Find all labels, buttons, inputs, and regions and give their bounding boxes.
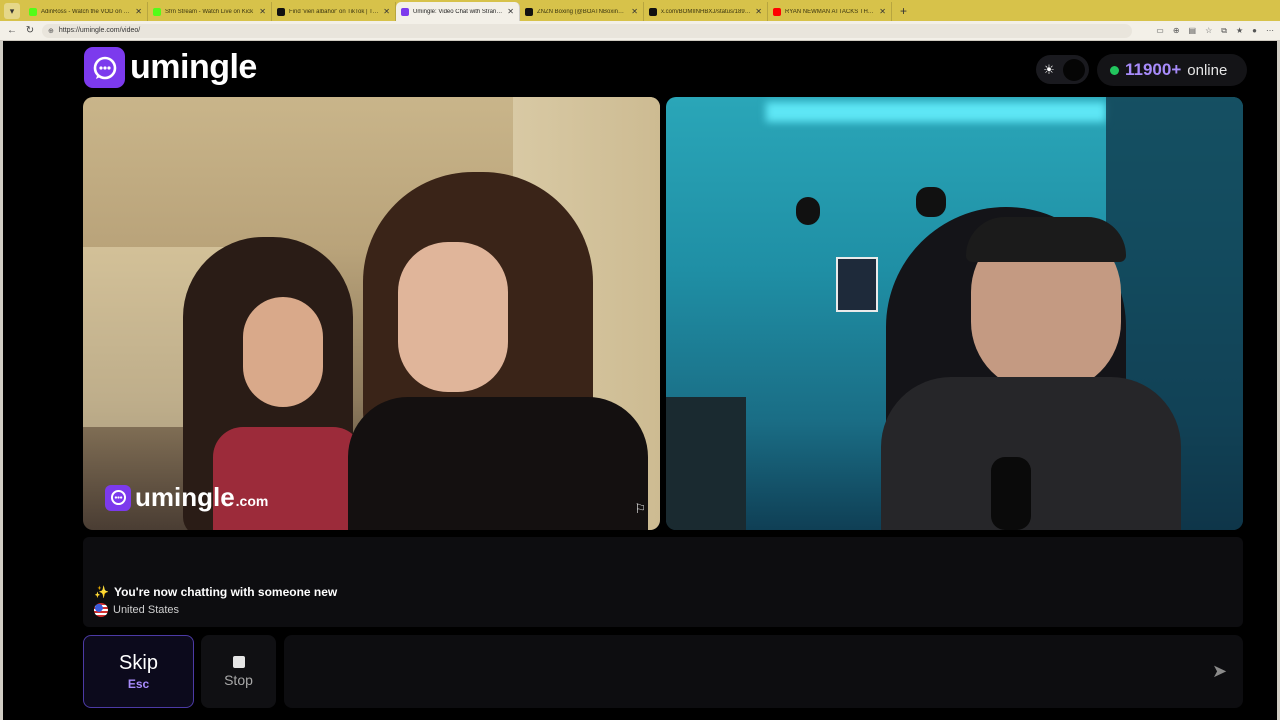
person-1-shirt [213, 427, 363, 530]
browser-actions: ▭ ⊕ ▤ ☆ ⧉ ★ ● ⋯ [1156, 26, 1274, 36]
extensions-icon[interactable]: ⧉ [1221, 26, 1227, 36]
browser-tab[interactable]: RYAN NEWMAN ATTACKS THIS... ✕ [768, 2, 892, 21]
system-message-text: You're now chatting with someone new [113, 585, 338, 599]
chat-bubble-icon [84, 47, 125, 88]
browser-tab[interactable]: x.com/BOMIINHBXJ/status/1890... ✕ [644, 2, 768, 21]
tab-title: ZNZN Boxing (@BOATNBoxing) / X [537, 8, 628, 15]
tab-favicon-icon [401, 7, 409, 16]
toggle-knob [1063, 58, 1085, 81]
tab-title: AdinRoss - Watch the VOD on Kick [41, 8, 132, 15]
skip-button[interactable]: Skip Esc [83, 635, 194, 708]
person-2-face [398, 242, 508, 392]
profile-icon[interactable]: ● [1252, 26, 1257, 36]
tab-favicon-icon [277, 7, 285, 16]
browser-tab[interactable]: Find 'vien albahor' on TikTok | TikTok ✕ [272, 2, 396, 21]
zoom-icon[interactable]: ⊕ [1173, 26, 1180, 36]
cast-icon[interactable]: ▭ [1156, 26, 1164, 36]
browser-tab[interactable]: ZNZN Boxing (@BOATNBoxing) / X ✕ [520, 2, 644, 21]
address-bar[interactable]: ⊕ https://umingle.com/video/ [42, 23, 1132, 38]
country-name: United States [113, 604, 180, 616]
tab-favicon-icon [29, 7, 37, 16]
led-strip [766, 102, 1106, 122]
boxing-gloves [916, 187, 946, 217]
tab-search-icon[interactable]: ▾ [4, 3, 20, 19]
person-2-shirt [348, 397, 648, 530]
send-icon[interactable]: ➤ [1212, 661, 1227, 682]
person-hair [966, 217, 1126, 262]
browser-tab-strip: ▾ AdinRoss - Watch the VOD on Kick ✕ Sfrn … [0, 0, 1280, 21]
us-flag-icon [94, 603, 108, 617]
tab-close-icon[interactable]: ✕ [879, 7, 886, 16]
reload-icon[interactable]: ↻ [24, 25, 36, 36]
boxing-gloves [796, 197, 820, 225]
person-shirt [881, 377, 1181, 530]
tab-close-icon[interactable]: ✕ [259, 7, 266, 16]
wall-poster [836, 257, 878, 312]
stop-button[interactable]: Stop [201, 635, 276, 708]
browser-tab[interactable]: Umingle: Video Chat with Strangers ✕ [396, 2, 520, 21]
chat-log: ✨ You're now chatting with someone new U… [83, 537, 1243, 627]
tab-title: Find 'vien albahor' on TikTok | TikTok [289, 8, 380, 15]
online-status-dot [1110, 65, 1119, 75]
stop-label: Stop [224, 671, 253, 688]
url-text: https://umingle.com/video/ [58, 27, 141, 34]
skip-label: Skip [119, 652, 158, 674]
sun-icon: ☀ [1043, 61, 1055, 77]
online-label: online [1187, 61, 1228, 79]
menu-icon[interactable]: ⋯ [1266, 26, 1274, 36]
umingle-page: umingle ☀ 11900+ online umingle .com ⚐ ✨… [0, 41, 1280, 720]
report-flag-icon[interactable]: ⚐ [634, 501, 646, 517]
microphone [991, 457, 1031, 530]
tab-favicon-icon [649, 7, 657, 16]
tab-close-icon[interactable]: ✕ [755, 7, 762, 16]
window-border-left [0, 41, 3, 720]
tab-favicon-icon [153, 7, 161, 16]
favorites-icon[interactable]: ★ [1236, 26, 1243, 36]
browser-toolbar: ← ↻ ⊕ https://umingle.com/video/ ▭ ⊕ ▤ ☆… [0, 21, 1280, 41]
browser-tab[interactable]: AdinRoss - Watch the VOD on Kick ✕ [24, 2, 148, 21]
new-tab-button[interactable]: + [892, 4, 915, 21]
tab-close-icon[interactable]: ✕ [507, 7, 514, 16]
couch [666, 397, 746, 530]
tab-close-icon[interactable]: ✕ [631, 7, 638, 16]
tab-favicon-icon [773, 7, 781, 16]
tab-title: Sfrn Stream - Watch Live on Kick [165, 8, 254, 15]
system-message: ✨ You're now chatting with someone new [94, 585, 337, 599]
bookmark-icon[interactable]: ☆ [1205, 26, 1212, 36]
message-input[interactable] [284, 635, 1243, 708]
tab-title: Umingle: Video Chat with Strangers [413, 8, 504, 15]
umingle-watermark: umingle .com [105, 482, 268, 513]
back-icon[interactable]: ← [6, 25, 18, 36]
tab-close-icon[interactable]: ✕ [383, 7, 390, 16]
person-1-face [243, 297, 323, 407]
self-video [666, 97, 1243, 530]
tab-close-icon[interactable]: ✕ [135, 7, 142, 16]
chat-bubble-icon [105, 484, 131, 511]
watermark-text: umingle [135, 482, 235, 512]
logo-text: umingle [130, 48, 257, 86]
browser-tab[interactable]: Sfrn Stream - Watch Live on Kick ✕ [148, 2, 272, 21]
skip-shortcut: Esc [127, 677, 150, 691]
tab-title: x.com/BOMIINHBXJ/status/1890... [661, 8, 752, 15]
tab-favicon-icon [525, 7, 533, 16]
watermark-suffix: .com [235, 492, 269, 509]
stranger-video: umingle .com ⚐ [83, 97, 660, 530]
tab-title: RYAN NEWMAN ATTACKS THIS... [785, 8, 876, 15]
site-info-icon[interactable]: ⊕ [48, 27, 54, 35]
online-count: 11900+ [1125, 60, 1182, 79]
online-counter: 11900+ online [1097, 54, 1247, 86]
umingle-logo[interactable]: umingle [84, 47, 257, 88]
sparkles-icon: ✨ [94, 585, 109, 599]
stranger-country: United States [94, 603, 179, 617]
theme-toggle[interactable]: ☀ [1036, 55, 1089, 84]
stop-icon [232, 655, 245, 668]
reader-icon[interactable]: ▤ [1189, 26, 1197, 36]
